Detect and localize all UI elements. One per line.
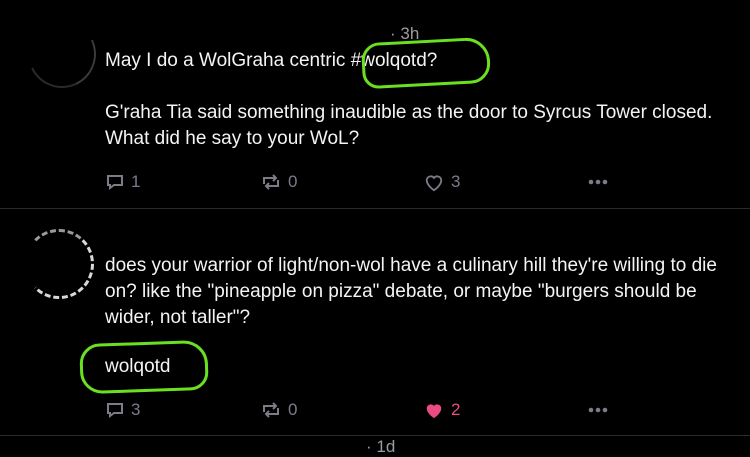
heart-icon — [425, 175, 443, 192]
tag-link[interactable]: wolqotd — [105, 356, 171, 378]
avatar[interactable] — [24, 229, 94, 299]
reply-icon — [107, 175, 123, 190]
reply-count: 1 — [131, 172, 141, 191]
post[interactable]: · 1d does your warrior of light/non-wol … — [0, 209, 750, 456]
more-button[interactable] — [587, 398, 609, 422]
like-button[interactable]: 3 — [423, 170, 460, 194]
repost-count: 0 — [288, 172, 298, 191]
avatar[interactable] — [18, 10, 106, 98]
post-time: · 3h — [390, 24, 420, 43]
post-actions: 3 0 2 — [105, 398, 625, 422]
more-icon — [588, 179, 608, 185]
post-text: May I do a WolGraha centric — [105, 50, 351, 71]
repost-button[interactable]: 0 — [260, 398, 297, 422]
more-icon — [588, 407, 608, 413]
reply-count: 3 — [131, 400, 141, 419]
repost-icon — [263, 174, 279, 190]
more-button[interactable] — [587, 170, 609, 194]
post-body: G'raha Tia said something inaudible as t… — [105, 102, 718, 149]
reply-icon — [107, 403, 123, 418]
reply-button[interactable]: 1 — [105, 170, 140, 194]
post-actions: 1 0 3 — [105, 170, 625, 194]
like-count: 2 — [451, 400, 461, 419]
post-text-line: May I do a WolGraha centric #wolqotd? — [105, 48, 437, 74]
post[interactable]: · 3h May I do a WolGraha centric #wolqot… — [0, 0, 750, 209]
heart-icon — [426, 404, 442, 419]
repost-button[interactable]: 0 — [260, 170, 297, 194]
hashtag-link[interactable]: #wolqotd? — [351, 50, 438, 71]
repost-count: 0 — [288, 400, 298, 419]
post-time: · 1d — [366, 437, 396, 456]
reply-button[interactable]: 3 — [105, 398, 140, 422]
post-body: does your warrior of light/non-wol have … — [105, 255, 723, 328]
like-count: 3 — [451, 172, 461, 191]
repost-icon — [263, 402, 279, 418]
like-button[interactable]: 2 — [423, 398, 460, 422]
